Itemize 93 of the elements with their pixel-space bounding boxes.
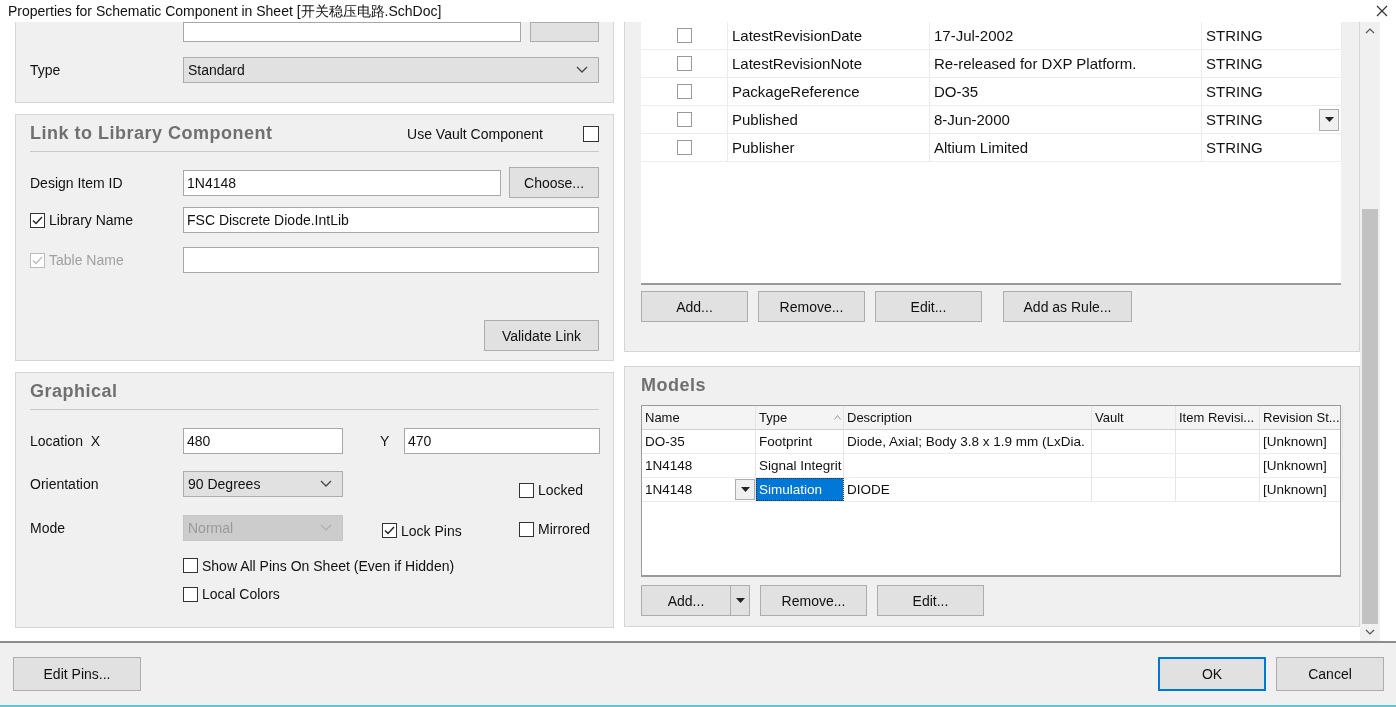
column-header[interactable]: Description — [844, 406, 1092, 429]
checkbox-label: Mirrored — [538, 521, 591, 538]
scroll-down-icon[interactable] — [1365, 629, 1375, 635]
location-y-field[interactable]: 470 — [404, 428, 600, 454]
caret-down-icon — [1324, 117, 1334, 122]
section-title: Graphical — [30, 381, 118, 402]
field-label: Location X — [30, 433, 102, 449]
table-cell: [Unknown] — [1260, 430, 1343, 453]
field-label: Mode — [30, 519, 67, 536]
table-cell: LatestRevisionDate — [728, 22, 930, 49]
caret-down-icon — [735, 598, 745, 603]
checkbox[interactable] — [676, 28, 692, 43]
table-cell: LatestRevisionNote — [728, 50, 930, 77]
column-header[interactable]: Revision St... — [1260, 406, 1343, 429]
table-cell: DIODE — [844, 478, 1092, 501]
window-title: Properties for Schematic Component in Sheet [开关稳压电路.SchDoc] — [8, 3, 442, 19]
checkbox[interactable] — [676, 56, 692, 71]
scrollbar[interactable] — [1360, 22, 1380, 641]
table-cell: 17-Jul-2002 — [930, 22, 1202, 49]
table-cell: 8-Jun-2000 — [930, 106, 1202, 133]
caret-down-icon — [740, 487, 750, 492]
table-cell: STRING — [1206, 55, 1263, 72]
table-cell: Diode, Axial; Body 3.8 x 1.9 mm (LxDia. — [844, 430, 1092, 453]
field-label: Design Item ID — [30, 174, 124, 191]
close-icon[interactable] — [1376, 5, 1388, 17]
table-cell: DO-35 — [645, 434, 685, 449]
table-cell: [Unknown] — [1260, 454, 1343, 477]
checkbox[interactable] — [676, 140, 692, 155]
table-cell: 1N4148 — [645, 458, 693, 473]
checkbox[interactable] — [676, 112, 692, 127]
table-action-button[interactable]: Add as Rule... — [1003, 291, 1132, 322]
table-cell: PackageReference — [728, 78, 930, 105]
location-x-field[interactable]: 480 — [183, 428, 343, 454]
chevron-down-icon — [320, 523, 332, 532]
checkbox-label: Use Vault Component — [407, 125, 543, 142]
checkbox-label: Lock Pins — [401, 522, 462, 539]
checkbox[interactable] — [30, 212, 45, 228]
table-cell: [Unknown] — [1260, 478, 1343, 501]
library-name-field[interactable]: FSC Discrete Diode.IntLib — [183, 207, 599, 233]
orientation-dropdown[interactable]: 90 Degrees — [183, 471, 343, 498]
table-action-button[interactable]: Remove... — [758, 291, 865, 322]
table-action-button[interactable]: Edit... — [877, 585, 984, 616]
design-item-id-field[interactable]: 1N4148 — [183, 169, 502, 196]
cancel-button[interactable]: Cancel — [1276, 657, 1384, 691]
table-cell: Signal Integrit — [756, 454, 844, 477]
table-cell: Published — [728, 106, 930, 133]
dropdown-button[interactable] — [1319, 108, 1339, 131]
table-cell: Publisher — [728, 134, 930, 161]
field-label: Type — [30, 62, 62, 78]
checkbox-label: Local Colors — [202, 586, 280, 602]
field-label: Orientation — [30, 476, 100, 493]
validate-link-button[interactable]: Validate Link — [484, 320, 599, 351]
column-header[interactable]: Item Revisi... — [1176, 406, 1260, 429]
checkbox[interactable] — [183, 558, 198, 573]
chevron-down-icon — [320, 480, 332, 489]
ok-button[interactable]: OK — [1158, 657, 1266, 691]
add-split-button[interactable]: Add... — [641, 585, 750, 616]
section-title: Models — [641, 374, 707, 397]
table-cell: STRING — [1206, 27, 1263, 44]
choose-button[interactable]: Choose... — [509, 167, 599, 198]
table-cell: Simulation — [756, 478, 844, 501]
table-cell: 1N4148 — [645, 482, 693, 497]
dropdown-button[interactable] — [735, 479, 755, 500]
checkbox-label: Locked — [538, 482, 584, 498]
table-cell: Re-released for DXP Platform. — [930, 50, 1202, 77]
checkbox[interactable] — [382, 523, 397, 539]
column-header[interactable]: Vault — [1092, 406, 1176, 429]
table-cell: DO-35 — [930, 78, 1202, 105]
chevron-down-icon — [576, 66, 588, 74]
table-action-button[interactable]: Edit... — [875, 291, 982, 322]
input-field[interactable] — [183, 22, 521, 42]
table-cell: STRING — [1206, 83, 1263, 100]
checkbox-label: Show All Pins On Sheet (Even if Hidden) — [202, 557, 455, 574]
checkbox-label: Table Name — [49, 252, 124, 269]
table-action-button[interactable]: Remove... — [760, 585, 867, 616]
type-dropdown[interactable]: Standard — [183, 57, 599, 83]
field-label: Y — [380, 433, 391, 449]
checkbox[interactable] — [183, 586, 198, 602]
table-cell: Altium Limited — [930, 134, 1202, 161]
checkbox-label: Library Name — [49, 212, 134, 229]
table-cell: Footprint — [756, 430, 844, 453]
checkbox[interactable] — [583, 125, 599, 142]
table-action-button[interactable]: Add... — [641, 291, 748, 322]
scroll-up-icon[interactable] — [1365, 28, 1375, 34]
edit-pins-button[interactable]: Edit Pins... — [13, 657, 141, 691]
checkbox[interactable] — [519, 521, 534, 537]
checkbox[interactable] — [676, 84, 692, 99]
section-title: Link to Library Component — [30, 123, 273, 144]
table-cell: STRING — [1206, 111, 1263, 128]
table-cell: STRING — [1206, 139, 1263, 156]
column-header[interactable]: Name — [642, 406, 756, 429]
column-header[interactable]: Type — [756, 406, 844, 429]
checkbox[interactable] — [519, 482, 534, 498]
